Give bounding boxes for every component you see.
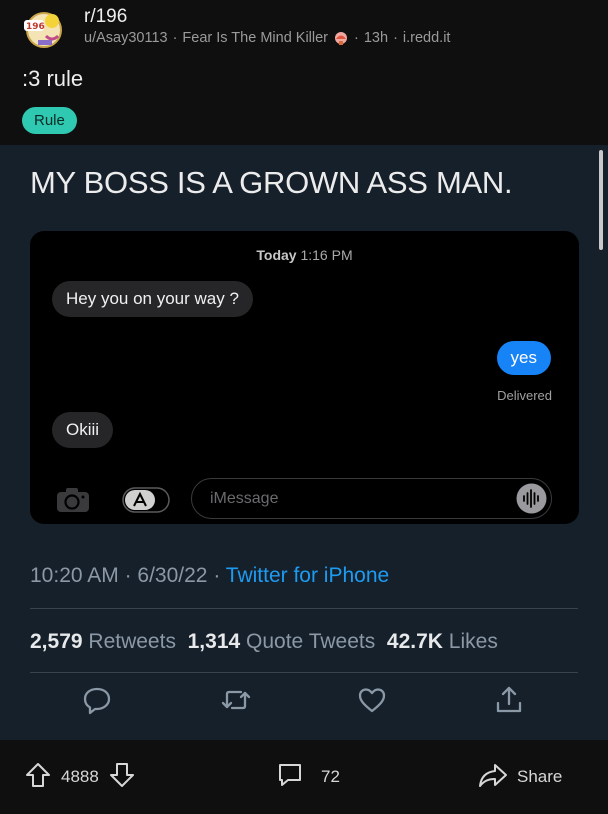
separator: · bbox=[172, 30, 178, 46]
divider bbox=[30, 608, 578, 609]
imessage-placeholder: iMessage bbox=[210, 490, 279, 507]
quote-count: 1,314 bbox=[187, 630, 241, 653]
flair-emoji-icon bbox=[333, 30, 349, 46]
post-age: 13h bbox=[363, 30, 389, 46]
tweet-image: MY BOSS IS A GROWN ASS MAN. Today 1:16 P… bbox=[0, 145, 608, 740]
post-action-bar: 4888 72 Share bbox=[0, 740, 608, 814]
post-flair-tag[interactable]: Rule bbox=[22, 107, 77, 134]
incoming-message: Hey you on your way ? bbox=[52, 281, 253, 317]
incoming-message: Okiii bbox=[52, 412, 114, 448]
subreddit-name[interactable]: r/196 bbox=[84, 6, 127, 28]
comments-button[interactable]: 72 bbox=[276, 762, 340, 792]
downvote-icon[interactable] bbox=[108, 761, 136, 794]
imessage-input: iMessage bbox=[191, 478, 552, 519]
post-header: 196 r/196 u/Asay30113 · Fear Is The Mind… bbox=[0, 0, 608, 145]
scrollbar[interactable] bbox=[599, 150, 603, 250]
post-domain[interactable]: i.redd.it bbox=[403, 30, 451, 46]
reply-icon bbox=[82, 685, 112, 715]
retweet-icon bbox=[221, 685, 251, 715]
vote-count: 4888 bbox=[61, 767, 99, 786]
outgoing-message: yes bbox=[496, 341, 551, 375]
tweet-source: Twitter for iPhone bbox=[225, 564, 390, 587]
tweet-text: MY BOSS IS A GROWN ASS MAN. bbox=[30, 165, 513, 200]
svg-text:196: 196 bbox=[26, 22, 45, 32]
separator: · bbox=[354, 30, 359, 46]
upvote-icon[interactable] bbox=[24, 761, 52, 794]
camera-icon bbox=[56, 487, 90, 513]
retweet-count: 2,579 bbox=[30, 630, 83, 653]
separator: · bbox=[393, 30, 398, 46]
post-title[interactable]: :3 rule bbox=[22, 66, 83, 92]
share-arrow-icon bbox=[478, 761, 508, 794]
tweet-stats: 2,579 Retweets 1,314 Quote Tweets 42.7K … bbox=[30, 630, 498, 653]
subreddit-avatar-icon[interactable]: 196 bbox=[22, 8, 70, 48]
imessage-timestamp: Today 1:16 PM bbox=[256, 247, 353, 263]
tweet-actions bbox=[0, 685, 608, 729]
comment-icon bbox=[276, 761, 304, 794]
app-store-icon bbox=[122, 487, 172, 513]
tweet-timestamp: 10:20 AM · 6/30/22 · Twitter for iPhone bbox=[30, 564, 390, 587]
share-button[interactable]: Share bbox=[478, 762, 562, 792]
share-upload-icon bbox=[494, 685, 524, 715]
vote-group: 4888 bbox=[24, 762, 136, 792]
comment-count: 72 bbox=[321, 767, 340, 786]
like-heart-icon bbox=[357, 685, 387, 715]
delivery-status: Delivered bbox=[497, 388, 552, 403]
share-label: Share bbox=[517, 767, 563, 786]
like-count: 42.7K bbox=[386, 630, 443, 653]
divider bbox=[30, 672, 578, 673]
post-meta: u/Asay30113 · Fear Is The Mind Killer · … bbox=[84, 30, 450, 46]
author-link[interactable]: u/Asay30113 bbox=[84, 30, 168, 46]
imessage-screenshot: Today 1:16 PM Hey you on your way ? yes … bbox=[30, 231, 579, 524]
user-flair: Fear Is The Mind Killer bbox=[182, 30, 329, 46]
audio-waveform-icon bbox=[516, 483, 547, 514]
